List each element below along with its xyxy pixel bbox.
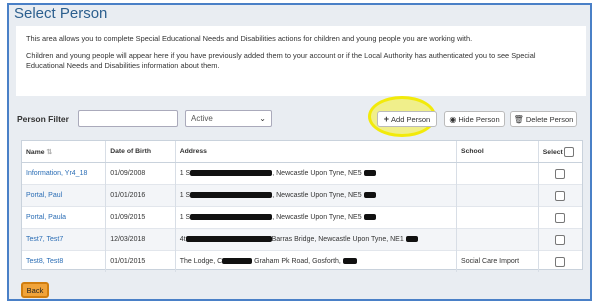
eye-icon: ◉ (449, 114, 457, 124)
dob-cell: 01/09/2015 (105, 206, 176, 229)
page-title: Select Person (14, 5, 108, 22)
column-header-school[interactable]: School (456, 141, 539, 163)
address-cell: 1 S, Newcastle Upon Tyne, NE5 (175, 206, 458, 229)
table-header-row: Name ⇅ Date of Birth Address School Sele… (22, 141, 582, 163)
info-box: This area allows you to complete Special… (16, 26, 586, 96)
trash-icon: 🗑 (513, 114, 524, 124)
add-person-label: Add Person (391, 114, 431, 124)
select-cell (538, 184, 582, 207)
info-paragraph-2: Children and young people will appear he… (26, 51, 536, 70)
person-name-link[interactable]: Test8, Test8 (22, 250, 107, 272)
chevron-down-icon: ⌄ (259, 114, 266, 123)
row-checkbox[interactable] (555, 256, 566, 267)
hide-person-label: Hide Person (458, 114, 500, 124)
hide-person-button[interactable]: ◉ Hide Person (444, 111, 505, 127)
table-row[interactable]: Information, Yr4_18 01/09/2008 1 S, Newc… (22, 162, 582, 185)
school-cell (456, 184, 539, 207)
status-select-value: Active (191, 114, 213, 123)
info-paragraph-1: This area allows you to complete Special… (26, 34, 473, 43)
school-cell (456, 206, 539, 229)
person-name-link[interactable]: Test7, Test7 (22, 228, 107, 251)
school-cell (456, 162, 539, 185)
column-header-select[interactable]: Select (538, 141, 582, 163)
person-name-link[interactable]: Information, Yr4_18 (22, 162, 107, 185)
select-cell (538, 228, 582, 251)
dob-cell: 01/01/2015 (105, 250, 176, 272)
row-checkbox[interactable] (555, 190, 566, 201)
delete-person-label: Delete Person (525, 114, 574, 124)
dob-cell: 01/01/2016 (105, 184, 176, 207)
column-header-name[interactable]: Name ⇅ (22, 141, 107, 163)
column-header-dob[interactable]: Date of Birth (105, 141, 176, 163)
dob-cell: 12/03/2018 (105, 228, 176, 251)
table-row[interactable]: Test8, Test8 01/01/2015 The Lodge, C Gra… (22, 250, 582, 272)
sort-icon: ⇅ (46, 148, 53, 156)
row-checkbox[interactable] (555, 168, 566, 179)
person-filter-input[interactable] (78, 110, 178, 127)
select-cell (538, 206, 582, 229)
back-button[interactable]: Back (21, 282, 49, 298)
person-name-link[interactable]: Portal, Paula (22, 206, 107, 229)
person-table: Name ⇅ Date of Birth Address School Sele… (21, 140, 583, 272)
school-cell: Social Care Import (456, 250, 539, 272)
row-checkbox[interactable] (555, 234, 566, 245)
table-row[interactable]: Portal, Paula 01/09/2015 1 S, Newcastle … (22, 206, 582, 229)
person-filter-label: Person Filter (17, 114, 69, 124)
table-row[interactable]: Portal, Paul 01/01/2016 1 S, Newcastle U… (22, 184, 582, 207)
add-person-button[interactable]: + Add Person (377, 111, 437, 127)
address-cell: 1 S, Newcastle Upon Tyne, NE5 (175, 162, 458, 185)
select-cell (538, 162, 582, 185)
select-cell (538, 250, 582, 272)
dob-cell: 01/09/2008 (105, 162, 176, 185)
plus-icon: + (383, 114, 390, 124)
delete-person-button[interactable]: 🗑 Delete Person (510, 111, 577, 127)
address-cell: 1 S, Newcastle Upon Tyne, NE5 (175, 184, 458, 207)
column-header-address[interactable]: Address (175, 141, 458, 163)
address-cell: 4t Barras Bridge, Newcastle Upon Tyne, NE… (175, 228, 458, 251)
select-all-checkbox[interactable] (563, 146, 574, 157)
table-row[interactable]: Test7, Test7 12/03/2018 4t Barras Bridge,… (22, 228, 582, 251)
person-name-link[interactable]: Portal, Paul (22, 184, 107, 207)
address-cell: The Lodge, C Graham Pk Road, Gosforth, (175, 250, 458, 272)
status-select[interactable]: Active ⌄ (185, 110, 272, 127)
school-cell (456, 228, 539, 251)
row-checkbox[interactable] (555, 212, 566, 223)
